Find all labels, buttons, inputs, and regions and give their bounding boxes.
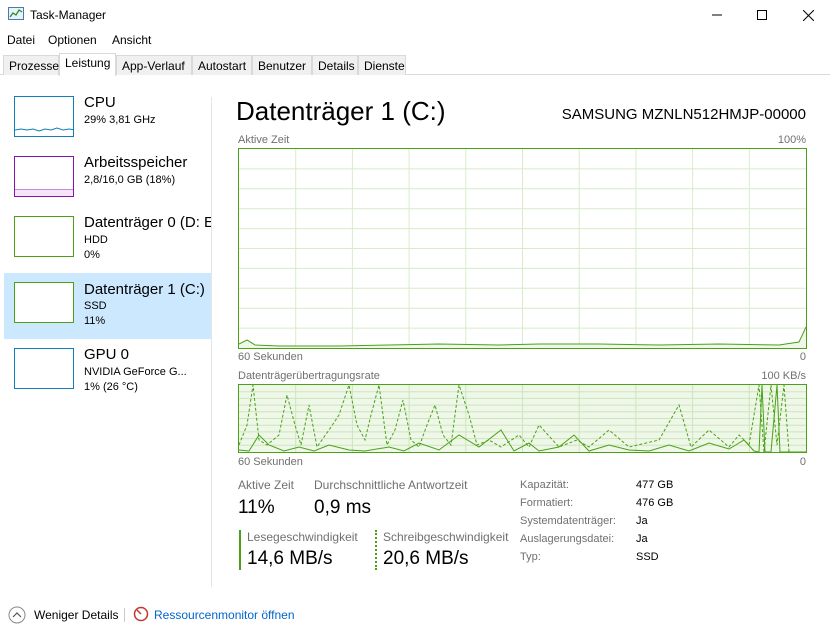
write-speed-label: Schreibgeschwindigkeit <box>383 530 509 544</box>
sidebar-item-detail: 2,8/16,0 GB (18%) <box>84 174 176 186</box>
fewer-details-link[interactable]: Weniger Details <box>34 608 118 622</box>
tab-autostart[interactable]: Autostart <box>192 55 252 75</box>
response-time-label: Durchschnittliche Antwortzeit <box>314 478 468 492</box>
close-icon <box>802 9 814 21</box>
info-page-file-label: Auslagerungsdatei: <box>520 533 615 545</box>
read-speed-value: 14,6 MB/s <box>247 548 333 569</box>
gpu-thumbnail <box>14 348 74 389</box>
menu-optionen[interactable]: Optionen <box>48 33 97 47</box>
sidebar-item-memory[interactable]: Arbeitsspeicher 2,8/16,0 GB (18%) <box>4 150 212 216</box>
tab-details[interactable]: Details <box>312 55 358 75</box>
sidebar-item-detail: NVIDIA GeForce G... <box>84 366 187 378</box>
tab-prozesse[interactable]: Prozesse <box>3 55 59 75</box>
tab-bar: Prozesse Leistung App-Verlauf Autostart … <box>0 53 830 76</box>
sidebar-item-detail: 29% 3,81 GHz <box>84 114 156 126</box>
graph1-min: 0 <box>799 351 806 363</box>
menu-ansicht[interactable]: Ansicht <box>112 33 151 47</box>
sidebar-item-type: SSD <box>84 300 107 312</box>
sidebar-item-disk-0[interactable]: Datenträger 0 (D: E HDD 0% <box>4 210 212 276</box>
sidebar-item-cpu[interactable]: CPU 29% 3,81 GHz <box>4 90 212 156</box>
transfer-rate-graph <box>238 384 807 453</box>
info-system-disk-label: Systemdatenträger: <box>520 515 616 527</box>
info-type-label: Typ: <box>520 551 541 563</box>
graph2-label: Datenträgerübertragungsrate <box>238 370 380 382</box>
sidebar-item-disk-1[interactable]: Datenträger 1 (C:) SSD 11% <box>4 273 212 339</box>
sidebar-item-usage: 0% <box>84 249 100 261</box>
footer-separator <box>124 608 125 622</box>
info-type-value: SSD <box>636 551 659 563</box>
resource-monitor-icon[interactable] <box>133 606 149 622</box>
active-time-graph <box>238 148 807 349</box>
write-speed-marker <box>375 530 377 570</box>
sidebar-item-name: Datenträger 0 (D: E <box>84 214 212 231</box>
sidebar-item-name: CPU <box>84 94 116 111</box>
menu-bar: Datei Optionen Ansicht <box>0 30 830 50</box>
close-button[interactable] <box>785 0 830 30</box>
minimize-button[interactable] <box>694 0 740 30</box>
graph1-time-label: 60 Sekunden <box>238 351 303 363</box>
tab-dienste[interactable]: Dienste <box>358 55 406 75</box>
task-manager-icon <box>8 7 24 20</box>
read-speed-marker <box>239 530 241 570</box>
sidebar-item-gpu[interactable]: GPU 0 NVIDIA GeForce G... 1% (26 °C) <box>4 342 212 408</box>
minimize-icon <box>712 14 722 16</box>
active-time-label: Aktive Zeit <box>238 478 295 492</box>
sidebar-item-name: Datenträger 1 (C:) <box>84 281 205 298</box>
chevron-up-circle-icon[interactable] <box>8 606 26 624</box>
sidebar-divider <box>211 97 212 587</box>
graph2-max: 100 KB/s <box>761 370 806 382</box>
info-formatted-value: 476 GB <box>636 497 674 509</box>
info-formatted-label: Formatiert: <box>520 497 574 509</box>
tab-leistung[interactable]: Leistung <box>59 53 116 76</box>
memory-thumbnail <box>14 156 74 197</box>
menu-datei[interactable]: Datei <box>7 33 35 47</box>
disk-0-thumbnail <box>14 216 74 257</box>
sidebar-item-usage: 11% <box>84 315 106 327</box>
graph1-label: Aktive Zeit <box>238 134 290 146</box>
active-time-value: 11% <box>238 497 275 518</box>
disk-1-thumbnail <box>14 282 74 323</box>
read-speed-label: Lesegeschwindigkeit <box>247 530 358 544</box>
info-capacity-label: Kapazität: <box>520 479 569 491</box>
tab-benutzer[interactable]: Benutzer <box>252 55 312 75</box>
tab-app-verlauf[interactable]: App-Verlauf <box>116 55 192 75</box>
cpu-thumbnail <box>14 96 74 137</box>
title-bar: Task-Manager <box>0 0 830 30</box>
info-page-file-value: Ja <box>636 533 648 545</box>
maximize-button[interactable] <box>739 0 785 30</box>
graph2-min: 0 <box>799 456 806 468</box>
window-title: Task-Manager <box>30 8 107 22</box>
maximize-icon <box>757 10 767 20</box>
info-capacity-value: 477 GB <box>636 479 674 491</box>
response-time-value: 0,9 ms <box>314 497 372 518</box>
footer-bar: Weniger Details Ressourcenmonitor öffnen <box>0 600 830 630</box>
resource-monitor-link[interactable]: Ressourcenmonitor öffnen <box>154 608 295 622</box>
sidebar-item-name: GPU 0 <box>84 346 130 363</box>
sidebar-item-usage: 1% (26 °C) <box>84 381 138 393</box>
page-title: Datenträger 1 (C:) <box>236 96 446 126</box>
write-speed-value: 20,6 MB/s <box>383 548 469 569</box>
graph2-time-label: 60 Sekunden <box>238 456 303 468</box>
disk-model: SAMSUNG MZNLN512HMJP-00000 <box>561 106 806 123</box>
info-system-disk-value: Ja <box>636 515 648 527</box>
sidebar-item-type: HDD <box>84 234 108 246</box>
graph1-max: 100% <box>777 134 806 146</box>
sidebar-item-name: Arbeitsspeicher <box>84 154 188 171</box>
